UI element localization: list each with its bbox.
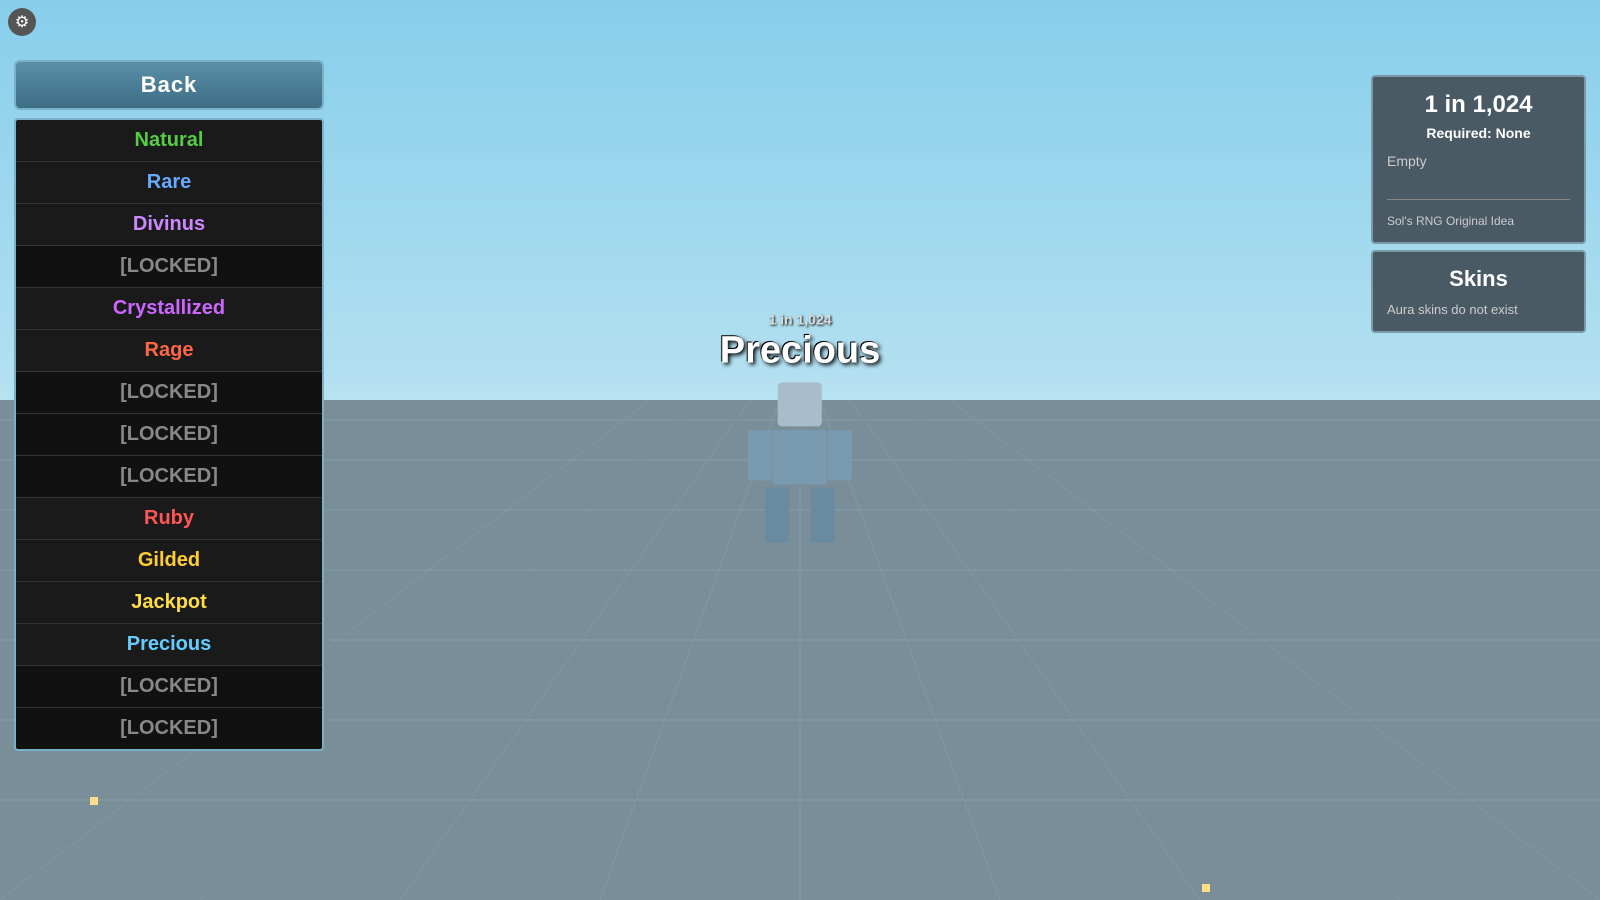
- list-item-ruby[interactable]: Ruby: [16, 498, 322, 540]
- skins-title: Skins: [1387, 266, 1570, 292]
- char-torso: [773, 430, 827, 484]
- info-divider: [1387, 199, 1570, 200]
- right-panel: 1 in 1,024 Required: None Empty Sol's RN…: [1371, 75, 1586, 333]
- back-button[interactable]: Back: [14, 60, 324, 110]
- list-item-divinus[interactable]: Divinus: [16, 204, 322, 246]
- list-item-natural[interactable]: Natural: [16, 120, 322, 162]
- character-odds-small: 1 in 1,024: [768, 311, 831, 327]
- corner-indicator-2: [1202, 884, 1210, 892]
- list-item-gilded[interactable]: Gilded: [16, 540, 322, 582]
- items-list: NaturalRareDivinus[LOCKED]CrystallizedRa…: [14, 118, 324, 751]
- list-item-jackpot[interactable]: Jackpot: [16, 582, 322, 624]
- corner-indicator: [90, 797, 98, 805]
- char-right-arm: [828, 430, 852, 480]
- list-item-locked2[interactable]: [LOCKED]: [16, 372, 322, 414]
- list-item-locked3[interactable]: [LOCKED]: [16, 414, 322, 456]
- skins-box: Skins Aura skins do not exist: [1371, 250, 1586, 333]
- info-empty: Empty: [1387, 153, 1570, 169]
- character-model: [740, 382, 860, 542]
- char-head: [778, 382, 822, 426]
- char-left-leg: [765, 487, 789, 542]
- character-name: Precious: [720, 329, 881, 372]
- info-odds: 1 in 1,024: [1387, 91, 1570, 119]
- info-box: 1 in 1,024 Required: None Empty Sol's RN…: [1371, 75, 1586, 244]
- left-panel: Back NaturalRareDivinus[LOCKED]Crystalli…: [14, 60, 324, 751]
- character-area: 1 in 1,024 Precious: [720, 311, 881, 542]
- list-item-locked4[interactable]: [LOCKED]: [16, 456, 322, 498]
- list-item-locked1[interactable]: [LOCKED]: [16, 246, 322, 288]
- list-item-precious[interactable]: Precious: [16, 624, 322, 666]
- char-left-arm: [748, 430, 772, 480]
- list-item-rage[interactable]: Rage: [16, 330, 322, 372]
- list-item-locked5[interactable]: [LOCKED]: [16, 666, 322, 708]
- list-item-rare[interactable]: Rare: [16, 162, 322, 204]
- char-right-leg: [811, 487, 835, 542]
- settings-icon[interactable]: ⚙: [8, 8, 36, 36]
- list-item-locked6[interactable]: [LOCKED]: [16, 708, 322, 749]
- info-credit: Sol's RNG Original Idea: [1387, 214, 1570, 228]
- skins-desc: Aura skins do not exist: [1387, 302, 1570, 317]
- list-item-crystallized[interactable]: Crystallized: [16, 288, 322, 330]
- info-required: Required: None: [1387, 125, 1570, 141]
